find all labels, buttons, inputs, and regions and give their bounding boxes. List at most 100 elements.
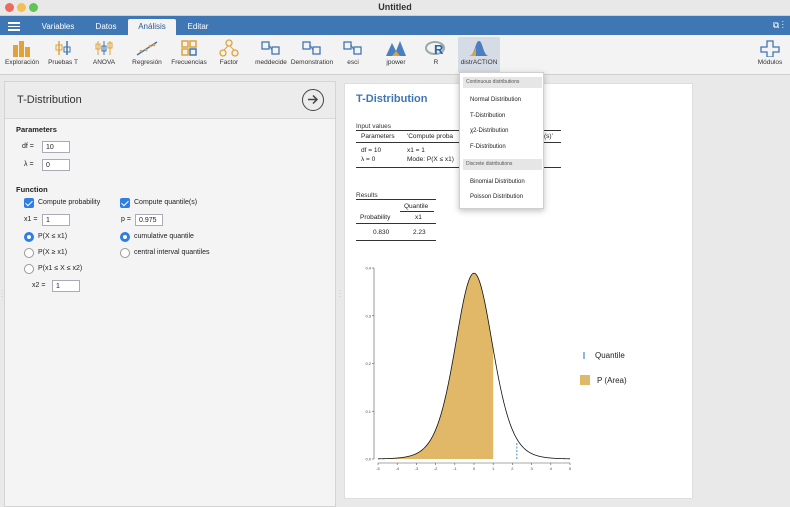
radio-p-between-label: P(x1 ≤ X ≤ x2) bbox=[38, 265, 83, 272]
probability-area bbox=[378, 273, 494, 459]
ribbon-esci-button[interactable]: esci bbox=[338, 37, 368, 73]
frequencies-icon bbox=[181, 40, 197, 56]
input-lambda-value: λ = 0 bbox=[361, 156, 376, 163]
center-resize-handle[interactable]: · · · bbox=[339, 288, 341, 300]
ribbon-jpower-button[interactable]: jpower bbox=[378, 37, 414, 73]
r-icon: R bbox=[425, 41, 445, 57]
ribbon-distraction-button[interactable]: distrACTION bbox=[458, 37, 500, 73]
options-panel-header: T-Distribution bbox=[5, 82, 335, 119]
radio-p-between[interactable] bbox=[24, 264, 34, 274]
run-arrow-button[interactable] bbox=[302, 89, 324, 111]
legend-quantile-label: Quantile bbox=[595, 351, 625, 360]
table-rule bbox=[356, 199, 436, 200]
ribbon-label: distrACTION bbox=[460, 59, 498, 66]
y-tick-label: 0.4 bbox=[365, 266, 371, 271]
continuous-distributions-heading: Continuous distributions bbox=[463, 77, 542, 88]
lambda-input[interactable]: 0 bbox=[42, 159, 70, 171]
p-label: p = bbox=[121, 216, 131, 223]
y-tick-label: 0.1 bbox=[365, 409, 371, 414]
ribbon-label: Frecuencias bbox=[171, 59, 207, 66]
left-resize-handle[interactable]: · · · bbox=[1, 288, 3, 300]
input-header-parameters: Parameters bbox=[361, 133, 395, 140]
ribbon-t-tests-button[interactable]: Pruebas T bbox=[45, 37, 81, 73]
p-input[interactable]: 0.975 bbox=[135, 214, 163, 226]
ribbon-label: ANOVA bbox=[92, 59, 116, 66]
ribbon-modules-button[interactable]: Módulos bbox=[752, 37, 788, 73]
menu-item-f[interactable]: F-Distribution bbox=[470, 144, 506, 150]
x1-input[interactable]: 1 bbox=[42, 214, 70, 226]
x-tick-label: -5 bbox=[376, 466, 380, 471]
window-options-icon[interactable]: ⧉ ⋮ bbox=[773, 20, 784, 31]
anova-icon bbox=[95, 41, 113, 55]
ribbon-regression-button[interactable]: Regresión bbox=[128, 37, 166, 73]
radio-p-le[interactable] bbox=[24, 232, 34, 242]
input-values-heading: Input values bbox=[356, 123, 392, 130]
ribbon-anova-button[interactable]: ANOVA bbox=[88, 37, 120, 73]
jpower-icon bbox=[386, 41, 406, 56]
ribbon-frequencies-button[interactable]: Frecuencias bbox=[168, 37, 210, 73]
tab-datos[interactable]: Datos bbox=[88, 19, 124, 35]
menu-item-binomial[interactable]: Binomial Distribution bbox=[470, 179, 525, 185]
meddecide-icon bbox=[261, 41, 280, 55]
radio-p-ge[interactable] bbox=[24, 248, 34, 258]
legend-area-label: P (Area) bbox=[597, 376, 627, 385]
menu-item-normal[interactable]: Normal Distribution bbox=[470, 97, 521, 103]
ribbon-label: jpower bbox=[386, 59, 406, 66]
x-tick-label: 5 bbox=[569, 466, 572, 471]
radio-cumulative-quantile-label: cumulative quantile bbox=[134, 233, 194, 240]
exploration-icon bbox=[13, 41, 30, 57]
results-header-probability: Probability bbox=[360, 214, 391, 221]
ribbon-label: esci bbox=[347, 59, 359, 66]
legend-area-swatch bbox=[580, 375, 590, 385]
x2-input[interactable]: 1 bbox=[52, 280, 80, 292]
table-rule bbox=[400, 211, 434, 212]
plus-icon bbox=[760, 40, 780, 57]
ribbon-label: Pruebas T bbox=[48, 59, 78, 66]
arrow-right-icon bbox=[308, 94, 319, 105]
window-title: Untitled bbox=[378, 2, 412, 12]
discrete-distributions-heading: Discrete distributions bbox=[463, 159, 542, 170]
compute-quantile-label: Compute quantile(s) bbox=[134, 199, 198, 206]
ribbon-r-button[interactable]: R R bbox=[422, 37, 450, 73]
menu-item-poisson[interactable]: Poisson Distribution bbox=[470, 194, 523, 200]
compute-quantile-checkbox[interactable] bbox=[120, 198, 130, 208]
title-bar: Untitled bbox=[0, 0, 790, 16]
radio-p-ge-label: P(X ≥ x1) bbox=[38, 249, 68, 256]
results-header-x1: x1 bbox=[415, 214, 422, 221]
tab-analisis[interactable]: Análisis bbox=[128, 19, 176, 35]
parameters-heading: Parameters bbox=[16, 125, 57, 134]
x-tick-label: 2 bbox=[511, 466, 514, 471]
distraction-icon bbox=[469, 41, 489, 56]
x1-label: x1 = bbox=[24, 216, 38, 223]
ribbon-factor-button[interactable]: Factor bbox=[214, 37, 244, 73]
radio-central-interval[interactable] bbox=[120, 248, 130, 258]
input-x1-value: x1 = 1 bbox=[407, 147, 425, 154]
lambda-label: λ = bbox=[24, 161, 34, 168]
y-tick-label: 0.2 bbox=[365, 361, 371, 366]
ribbon-exploration-button[interactable]: Exploración bbox=[2, 37, 42, 73]
ribbon-label: Demonstration bbox=[290, 59, 334, 66]
analysis-ribbon: Exploración Pruebas T ANOVA Regresión Fr… bbox=[0, 35, 790, 75]
factor-icon bbox=[219, 39, 239, 57]
ribbon-meddecide-button[interactable]: meddecide bbox=[254, 37, 288, 73]
tab-editar[interactable]: Editar bbox=[180, 19, 216, 35]
tab-variables[interactable]: Variables bbox=[34, 19, 82, 35]
esci-icon bbox=[343, 41, 362, 55]
df-input[interactable]: 10 bbox=[42, 141, 70, 153]
menu-item-chi2[interactable]: χ2-Distribution bbox=[470, 128, 509, 134]
input-mode-value: Mode: P(X ≤ x1) bbox=[407, 156, 454, 163]
x-tick-label: 3 bbox=[530, 466, 533, 471]
svg-text:R: R bbox=[434, 42, 444, 57]
menu-bar: Variables Datos Análisis Editar ⧉ ⋮ bbox=[0, 16, 790, 35]
options-panel: T-Distribution Parameters df = 10 λ = 0 … bbox=[4, 81, 336, 507]
compute-probability-checkbox[interactable] bbox=[24, 198, 34, 208]
input-header-compute-quant: (s)' bbox=[544, 133, 553, 140]
hamburger-menu-icon[interactable] bbox=[8, 20, 20, 31]
x-tick-label: -2 bbox=[434, 466, 438, 471]
ribbon-demonstration-button[interactable]: Demonstration bbox=[288, 37, 336, 73]
x-tick-label: 1 bbox=[492, 466, 495, 471]
menu-item-t-distribution[interactable]: T-Distribution bbox=[470, 113, 505, 119]
ribbon-label: R bbox=[433, 59, 439, 66]
radio-cumulative-quantile[interactable] bbox=[120, 232, 130, 242]
input-df-value: df = 10 bbox=[361, 147, 382, 154]
